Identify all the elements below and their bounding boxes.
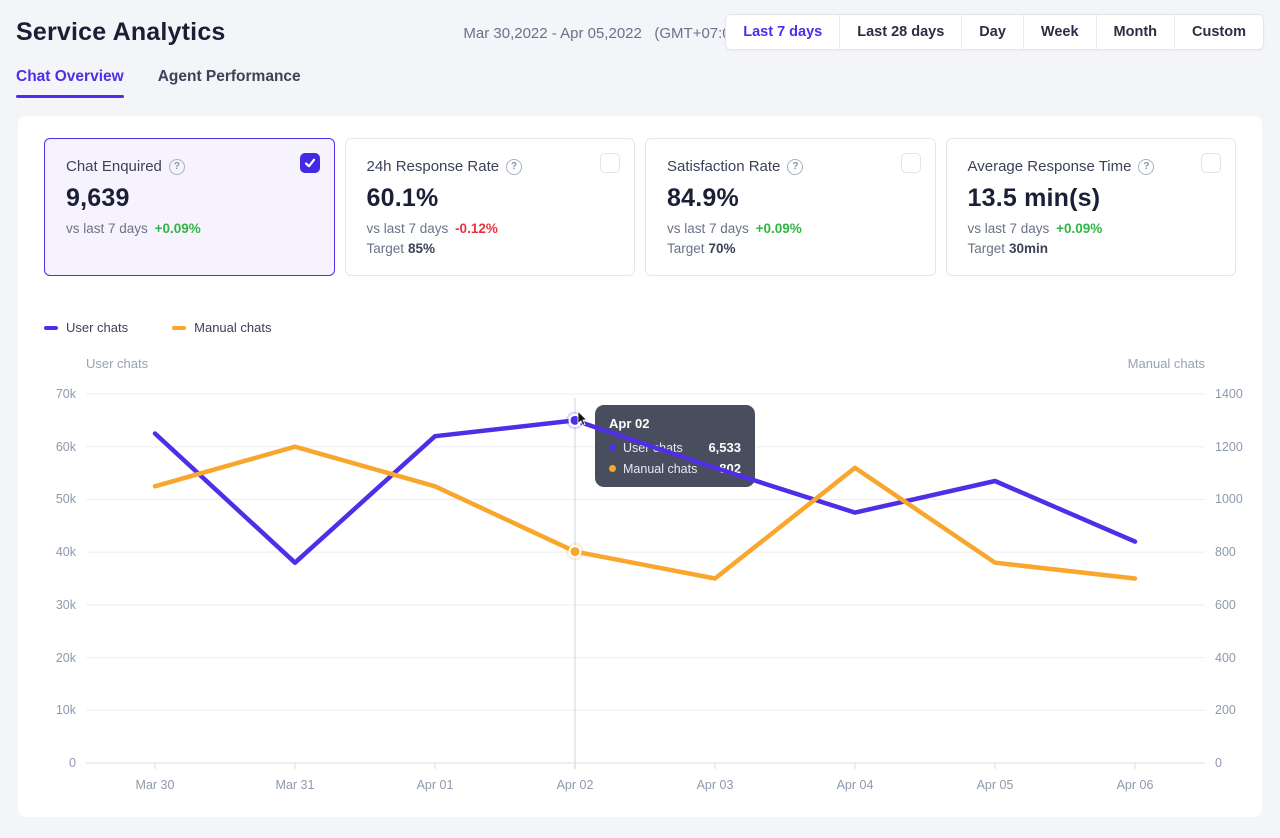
- delta-value: +0.09%: [1056, 221, 1102, 236]
- target-label: Target: [367, 241, 405, 256]
- card-title: Average Response Time: [968, 158, 1132, 175]
- range-button-custom[interactable]: Custom: [1175, 15, 1263, 49]
- tooltip-series-value: 6,533: [708, 440, 741, 455]
- compare-label: vs last 7 days: [968, 221, 1050, 236]
- card-title: 24h Response Rate: [367, 158, 500, 175]
- date-range-text: Mar 30,2022 - Apr 05,2022: [463, 25, 641, 42]
- tooltip-series-label: Manual chats: [623, 462, 697, 476]
- right-axis-tick-label: 800: [1215, 545, 1236, 559]
- x-axis-tick-label: Apr 03: [675, 778, 755, 792]
- range-button-month[interactable]: Month: [1097, 15, 1175, 49]
- target-label: Target: [968, 241, 1006, 256]
- card-24h-response-rate[interactable]: 24h Response Rate ? 60.1% vs last 7 days…: [345, 138, 636, 276]
- card-chat-enquired[interactable]: Chat Enquired ? 9,639 vs last 7 days +0.…: [44, 138, 335, 276]
- tooltip-title: Apr 02: [609, 416, 741, 431]
- right-axis-tick-label: 600: [1215, 598, 1236, 612]
- x-axis-tick-label: Apr 06: [1095, 778, 1175, 792]
- tab-agent-performance[interactable]: Agent Performance: [158, 68, 301, 98]
- right-axis-tick-label: 400: [1215, 651, 1236, 665]
- target-value: 85%: [408, 241, 435, 256]
- legend-swatch-icon: [172, 326, 186, 330]
- chart-tooltip: Apr 02 User chats 6,533 Manual chats 802: [595, 405, 755, 487]
- delta-value: -0.12%: [455, 221, 498, 236]
- date-range-button-group: Last 7 daysLast 28 daysDayWeekMonthCusto…: [725, 14, 1264, 50]
- delta-value: +0.09%: [756, 221, 802, 236]
- range-button-week[interactable]: Week: [1024, 15, 1097, 49]
- help-icon[interactable]: ?: [169, 159, 185, 175]
- target-value: 30min: [1009, 241, 1048, 256]
- main-panel: Chat Enquired ? 9,639 vs last 7 days +0.…: [18, 116, 1262, 817]
- right-axis-tick-label: 0: [1215, 756, 1222, 770]
- legend-item-user-chats[interactable]: User chats: [44, 320, 128, 335]
- tab-bar: Chat Overview Agent Performance: [16, 68, 301, 98]
- legend-swatch-icon: [44, 326, 58, 330]
- right-axis-tick-label: 200: [1215, 703, 1236, 717]
- right-axis-tick-label: 1400: [1215, 387, 1243, 401]
- left-axis-tick-label: 50k: [44, 492, 76, 506]
- x-axis-tick-label: Apr 01: [395, 778, 475, 792]
- x-axis-tick-label: Apr 04: [815, 778, 895, 792]
- tooltip-series-value: 802: [719, 461, 741, 476]
- left-axis-tick-label: 40k: [44, 545, 76, 559]
- card-value: 60.1%: [367, 184, 614, 213]
- left-axis-tick-label: 0: [44, 756, 76, 770]
- left-axis-tick-label: 30k: [44, 598, 76, 612]
- page-title: Service Analytics: [16, 18, 226, 47]
- x-axis-tick-label: Mar 31: [255, 778, 335, 792]
- left-axis-tick-label: 70k: [44, 387, 76, 401]
- target-label: Target: [667, 241, 705, 256]
- tooltip-series-dot-icon: [609, 444, 616, 451]
- right-axis-tick-label: 1200: [1215, 440, 1243, 454]
- chart-legend: User chats Manual chats: [44, 320, 1236, 335]
- tooltip-series-dot-icon: [609, 465, 616, 472]
- card-satisfaction-rate[interactable]: Satisfaction Rate ? 84.9% vs last 7 days…: [645, 138, 936, 276]
- help-icon[interactable]: ?: [506, 159, 522, 175]
- card-checkbox[interactable]: [1201, 153, 1221, 173]
- left-axis-tick-label: 60k: [44, 440, 76, 454]
- card-checkbox[interactable]: [901, 153, 921, 173]
- card-value: 9,639: [66, 184, 313, 213]
- target-value: 70%: [709, 241, 736, 256]
- tooltip-row: Manual chats 802: [609, 461, 741, 476]
- range-button-day[interactable]: Day: [962, 15, 1024, 49]
- card-title: Satisfaction Rate: [667, 158, 780, 175]
- left-axis-tick-label: 20k: [44, 651, 76, 665]
- x-axis-tick-label: Apr 02: [535, 778, 615, 792]
- card-value: 84.9%: [667, 184, 914, 213]
- compare-label: vs last 7 days: [66, 221, 148, 236]
- x-axis-tick-label: Mar 30: [115, 778, 195, 792]
- tooltip-series-label: User chats: [623, 441, 683, 455]
- help-icon[interactable]: ?: [1138, 159, 1154, 175]
- card-title: Chat Enquired: [66, 158, 162, 175]
- legend-label: Manual chats: [194, 320, 271, 335]
- metric-cards-row: Chat Enquired ? 9,639 vs last 7 days +0.…: [44, 138, 1236, 276]
- delta-value: +0.09%: [155, 221, 201, 236]
- right-axis-tick-label: 1000: [1215, 492, 1243, 506]
- range-button-last-28-days[interactable]: Last 28 days: [840, 15, 962, 49]
- checkmark-icon: [304, 157, 316, 169]
- card-checkbox-checked[interactable]: [300, 153, 320, 173]
- x-axis-tick-label: Apr 05: [955, 778, 1035, 792]
- line-chart-area[interactable]: User chats Manual chats Apr 02 User chat…: [44, 352, 1236, 802]
- legend-label: User chats: [66, 320, 128, 335]
- tab-chat-overview[interactable]: Chat Overview: [16, 68, 124, 98]
- compare-label: vs last 7 days: [667, 221, 749, 236]
- tooltip-row: User chats 6,533: [609, 440, 741, 455]
- card-checkbox[interactable]: [600, 153, 620, 173]
- card-average-response-time[interactable]: Average Response Time ? 13.5 min(s) vs l…: [946, 138, 1237, 276]
- help-icon[interactable]: ?: [787, 159, 803, 175]
- header: Service Analytics Mar 30,2022 - Apr 05,2…: [0, 0, 1280, 66]
- date-range-label: Mar 30,2022 - Apr 05,2022 (GMT+07:00): [463, 25, 744, 42]
- card-value: 13.5 min(s): [968, 184, 1215, 213]
- compare-label: vs last 7 days: [367, 221, 449, 236]
- left-axis-tick-label: 10k: [44, 703, 76, 717]
- range-button-last-7-days[interactable]: Last 7 days: [726, 15, 840, 49]
- legend-item-manual-chats[interactable]: Manual chats: [172, 320, 271, 335]
